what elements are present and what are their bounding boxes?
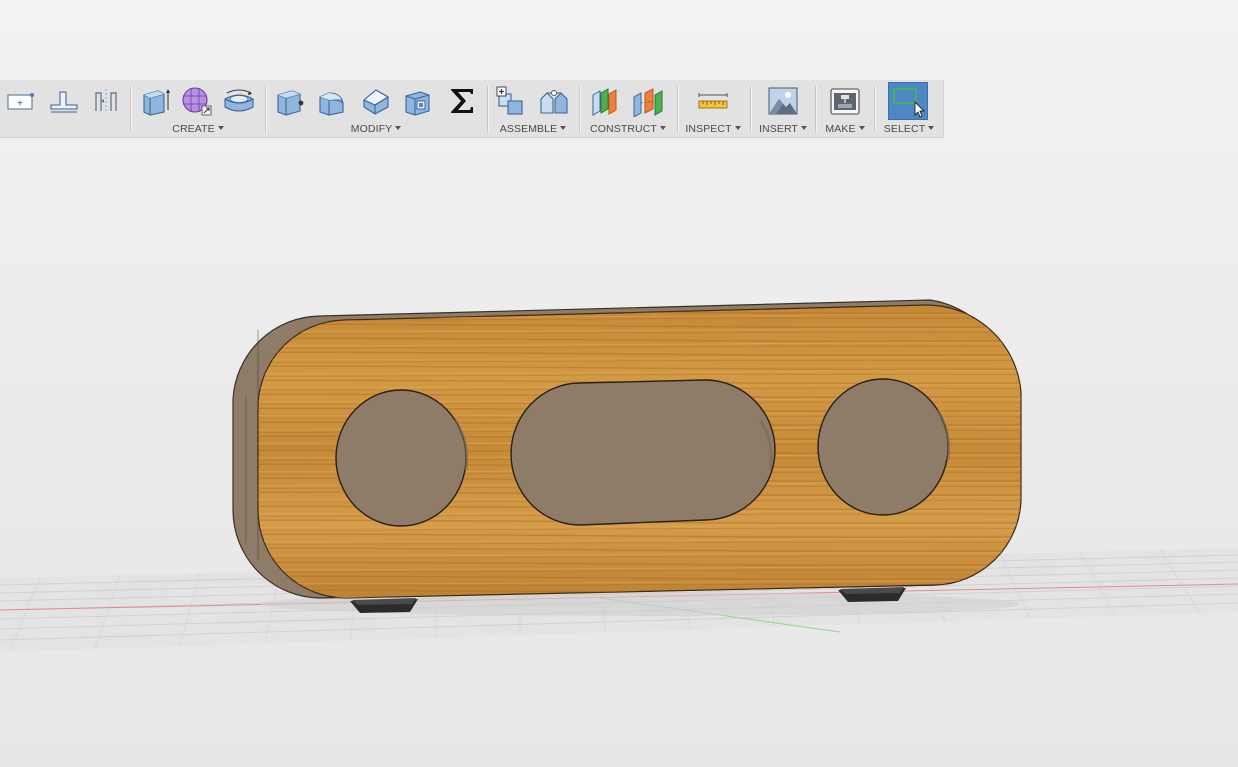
3d-print-icon[interactable]	[827, 84, 863, 118]
sketch-group: +	[0, 80, 128, 138]
inspect-menu[interactable]: INSPECT	[680, 123, 746, 135]
window-select-icon[interactable]	[888, 82, 928, 120]
select-menu[interactable]: SELECT	[877, 123, 941, 135]
create-menu[interactable]: CREATE	[133, 123, 263, 135]
sketch-profile-icon[interactable]	[46, 84, 82, 118]
toolbar-separator	[579, 86, 580, 132]
assemble-menu[interactable]: ASSEMBLE	[490, 123, 576, 135]
chamfer-icon[interactable]	[358, 84, 394, 118]
toolbar-separator	[265, 86, 266, 132]
assemble-group: ASSEMBLE	[490, 80, 576, 138]
sigma-parameters-icon[interactable]	[444, 84, 480, 118]
sketch-rectangle-icon[interactable]: +	[2, 84, 38, 118]
shell-icon[interactable]	[400, 84, 436, 118]
create-group: CREATE	[133, 80, 263, 138]
design-toolbar: + CREATE MODIFY ASSEMBLE CONSTRUCT INSPE…	[0, 80, 944, 138]
revolve-icon[interactable]	[221, 84, 257, 118]
new-component-icon[interactable]	[493, 84, 529, 118]
toolbar-separator	[487, 86, 488, 132]
toolbar-separator	[815, 86, 816, 132]
construct-group: CONSTRUCT	[582, 80, 674, 138]
make-menu[interactable]: MAKE	[818, 123, 872, 135]
make-group: MAKE	[818, 80, 872, 138]
wood-panel-front	[257, 304, 1022, 599]
modify-group: MODIFY	[268, 80, 484, 138]
inspect-group: INSPECT	[680, 80, 746, 138]
select-group: SELECT	[877, 80, 941, 138]
insert-group: INSERT	[753, 80, 813, 138]
insert-menu[interactable]: INSERT	[753, 123, 813, 135]
offset-plane-icon[interactable]	[587, 84, 623, 118]
extrude-icon[interactable]	[137, 84, 173, 118]
fillet-icon[interactable]	[314, 84, 350, 118]
3d-viewport[interactable]: + CREATE MODIFY ASSEMBLE CONSTRUCT INSPE…	[0, 0, 1238, 767]
construct-menu[interactable]: CONSTRUCT	[582, 123, 674, 135]
press-pull-icon[interactable]	[272, 84, 308, 118]
toolbar-separator	[750, 86, 751, 132]
form-icon[interactable]	[179, 84, 215, 118]
toolbar-separator	[130, 86, 131, 132]
modify-menu[interactable]: MODIFY	[268, 123, 484, 135]
toolbar-separator	[677, 86, 678, 132]
measure-icon[interactable]	[695, 84, 731, 118]
toolbar-separator	[874, 86, 875, 132]
insert-image-icon[interactable]	[765, 84, 801, 118]
sketch-mirror-icon[interactable]	[88, 84, 124, 118]
midplane-icon[interactable]	[630, 84, 666, 118]
joint-icon[interactable]	[536, 84, 572, 118]
svg-text:+: +	[17, 99, 24, 108]
